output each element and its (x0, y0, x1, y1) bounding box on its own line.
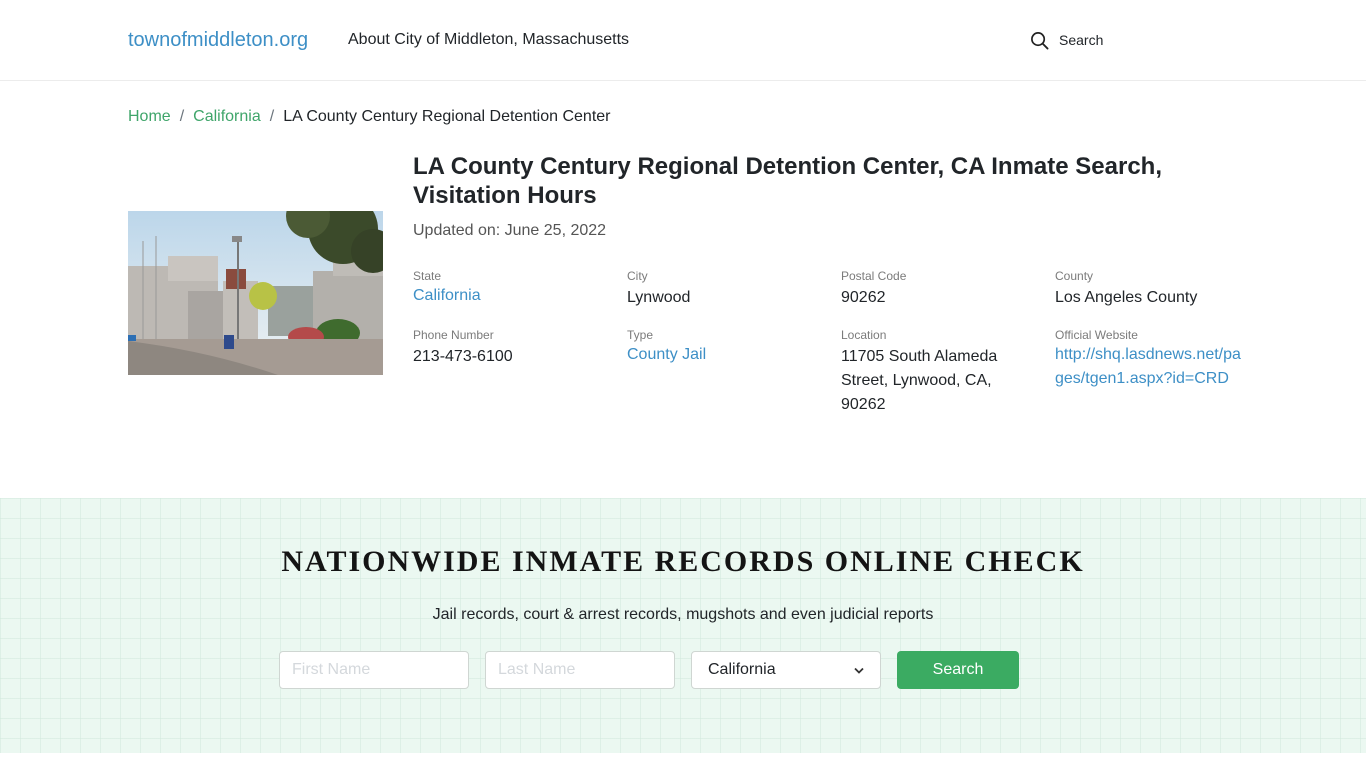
info-type: Type County Jail (627, 327, 817, 367)
city-value: Lynwood (627, 289, 691, 306)
breadcrumb-home[interactable]: Home (128, 107, 171, 127)
nationwide-search-section: NATIONWIDE INMATE RECORDS ONLINE CHECK J… (0, 498, 1366, 753)
info-label: Postal Code (841, 269, 907, 283)
breadcrumb-current: LA County Century Regional Detention Cen… (283, 108, 611, 125)
updated-date: Updated on: June 25, 2022 (413, 222, 607, 239)
section-title: NATIONWIDE INMATE RECORDS ONLINE CHECK (281, 545, 1085, 578)
state-select-value: California (708, 661, 776, 678)
nav-about-link[interactable]: About City of Middleton, Massachusetts (348, 30, 629, 50)
site-header: townofmiddleton.org About City of Middle… (0, 0, 1366, 81)
info-label: City (627, 269, 648, 283)
info-label: State (413, 269, 442, 283)
type-link[interactable]: County Jail (627, 346, 706, 363)
state-select[interactable]: California (691, 651, 881, 689)
info-label: Type (627, 328, 654, 342)
chevron-down-icon (854, 667, 864, 674)
info-label: Location (841, 328, 887, 342)
breadcrumb-separator: / (179, 108, 185, 125)
info-label: Phone Number (413, 328, 494, 342)
page-title: LA County Century Regional Detention Cen… (413, 153, 1162, 209)
brand-link[interactable]: townofmiddleton.org (128, 28, 308, 52)
facility-photo (128, 211, 383, 375)
info-phone: Phone Number 213-473-6100 (413, 327, 603, 369)
breadcrumb: Home / California / LA County Century Re… (128, 107, 611, 127)
info-location: Location 11705 South Alameda Street, Lyn… (841, 327, 1016, 417)
postal-code-value: 90262 (841, 289, 886, 306)
first-name-input[interactable] (279, 651, 469, 689)
info-label: County (1055, 269, 1094, 283)
header-search-button[interactable]: Search (1030, 29, 1103, 51)
breadcrumb-separator: / (269, 108, 275, 125)
state-link[interactable]: California (413, 287, 481, 304)
section-subtitle: Jail records, court & arrest records, mu… (432, 606, 934, 623)
info-website: Official Website http://shq.lasdnews.net… (1055, 327, 1245, 391)
search-button[interactable]: Search (897, 651, 1019, 689)
info-city: City Lynwood (627, 268, 817, 310)
county-value: Los Angeles County (1055, 289, 1198, 306)
info-label: Official Website (1055, 328, 1138, 342)
header-search-label: Search (1059, 32, 1104, 48)
location-value: 11705 South Alameda Street, Lynwood, CA,… (841, 348, 998, 413)
search-icon (1031, 31, 1049, 49)
last-name-input[interactable] (485, 651, 675, 689)
info-state: State California (413, 268, 603, 308)
info-county: County Los Angeles County (1055, 268, 1245, 310)
official-website-link[interactable]: http://shq.lasdnews.net/pages/tgen1.aspx… (1055, 346, 1241, 387)
phone-value: 213-473-6100 (413, 348, 513, 365)
breadcrumb-california[interactable]: California (193, 107, 261, 127)
info-postal-code: Postal Code 90262 (841, 268, 1031, 310)
